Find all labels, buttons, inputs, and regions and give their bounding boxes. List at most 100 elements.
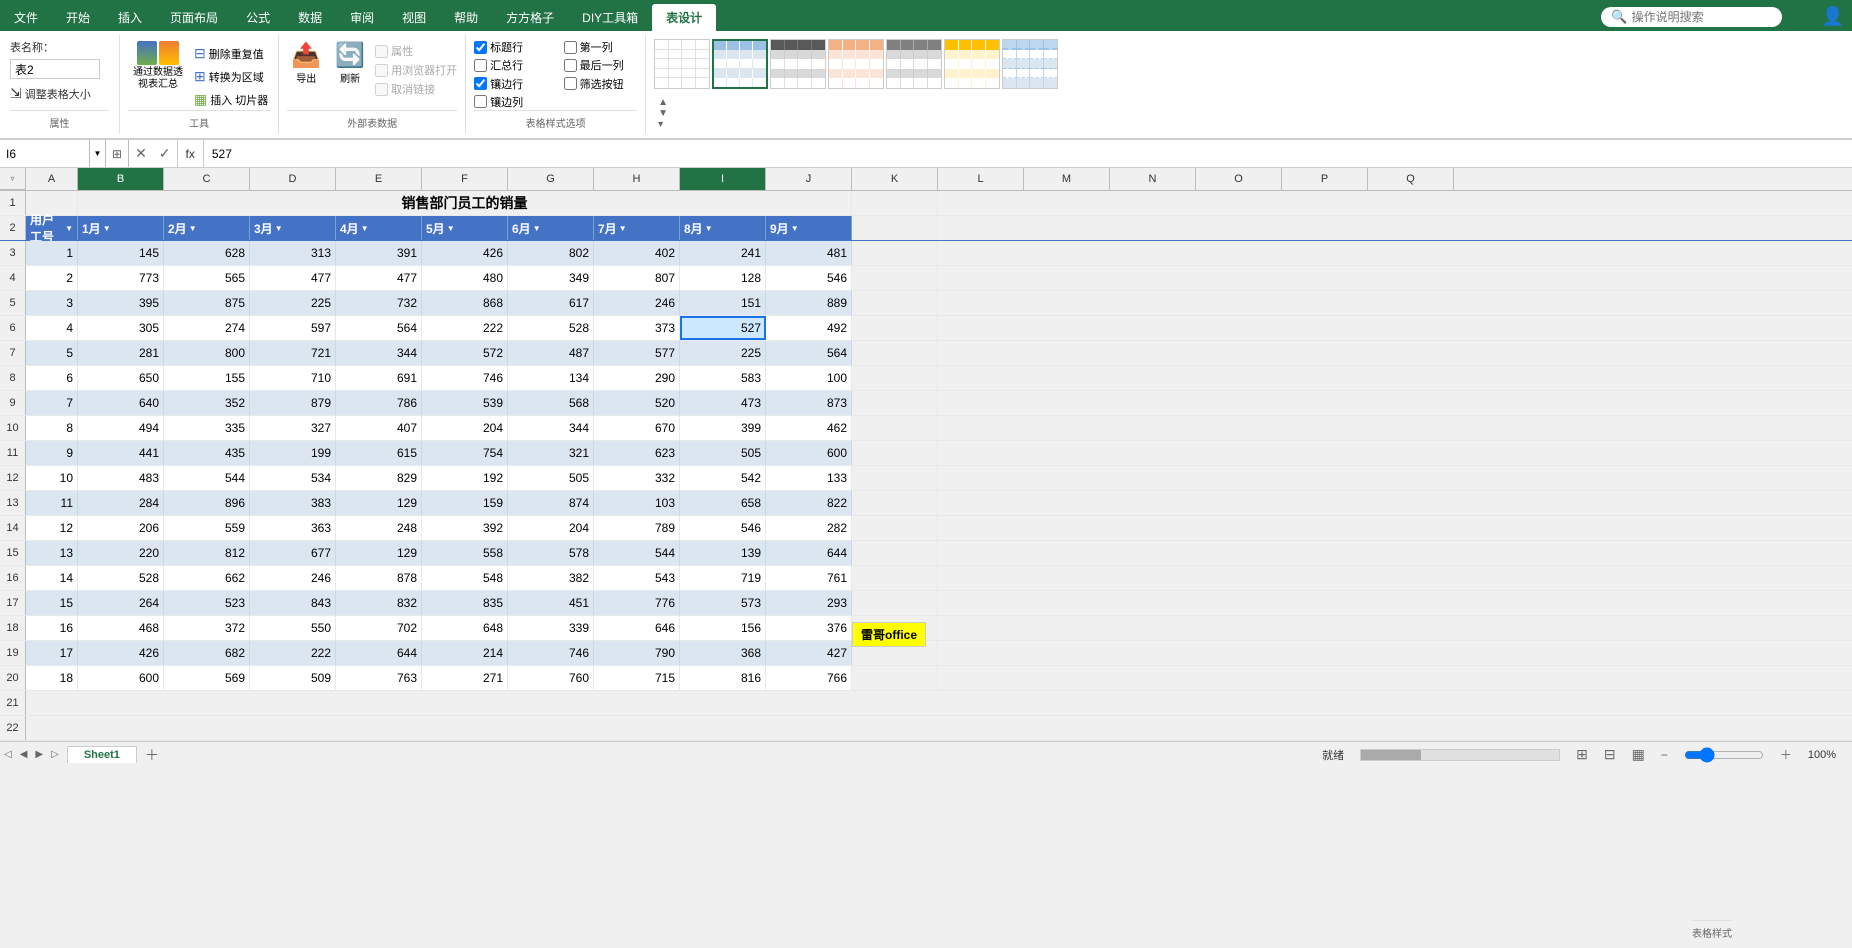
cell-B17[interactable]: 264 bbox=[78, 591, 164, 615]
cell-rest-7[interactable] bbox=[938, 341, 1852, 365]
cell-K3[interactable] bbox=[852, 241, 938, 265]
confirm-formula-btn[interactable]: ✓ bbox=[153, 140, 177, 167]
cell-J13[interactable]: 822 bbox=[766, 491, 852, 515]
styles-scroll-up[interactable]: ▲ bbox=[658, 97, 1844, 108]
cell-A9[interactable]: 7 bbox=[26, 391, 78, 415]
col-header-A[interactable]: A bbox=[26, 168, 78, 190]
col-header-K[interactable]: K bbox=[852, 168, 938, 190]
cell-J14[interactable]: 282 bbox=[766, 516, 852, 540]
cell-I5[interactable]: 151 bbox=[680, 291, 766, 315]
cell-D13[interactable]: 383 bbox=[250, 491, 336, 515]
cell-G6[interactable]: 528 bbox=[508, 316, 594, 340]
cell-rest-6[interactable] bbox=[938, 316, 1852, 340]
row-header-6[interactable]: 6 bbox=[0, 316, 26, 340]
cell-F9[interactable]: 539 bbox=[422, 391, 508, 415]
pivot-btn[interactable]: 通过数据透视表汇总 bbox=[128, 39, 188, 93]
cell-G17[interactable]: 451 bbox=[508, 591, 594, 615]
row-header-17[interactable]: 17 bbox=[0, 591, 26, 615]
cell-A13[interactable]: 11 bbox=[26, 491, 78, 515]
scroll-bar-area[interactable] bbox=[1360, 749, 1560, 761]
cell-rest-8[interactable] bbox=[938, 366, 1852, 390]
cell-B9[interactable]: 640 bbox=[78, 391, 164, 415]
cell-rest-13[interactable] bbox=[938, 491, 1852, 515]
cell-G18[interactable]: 339 bbox=[508, 616, 594, 640]
cell-C10[interactable]: 335 bbox=[164, 416, 250, 440]
cell-K10[interactable] bbox=[852, 416, 938, 440]
cell-E10[interactable]: 407 bbox=[336, 416, 422, 440]
cell-G9[interactable]: 568 bbox=[508, 391, 594, 415]
cell-A8[interactable]: 6 bbox=[26, 366, 78, 390]
search-input[interactable] bbox=[1632, 10, 1772, 24]
cell-F11[interactable]: 754 bbox=[422, 441, 508, 465]
cell-I17[interactable]: 573 bbox=[680, 591, 766, 615]
cell-K11[interactable] bbox=[852, 441, 938, 465]
cell-rest-20[interactable] bbox=[938, 666, 1852, 690]
cell-J2-header[interactable]: 9月▼ bbox=[766, 216, 852, 240]
cell-F2-header[interactable]: 5月▼ bbox=[422, 216, 508, 240]
col-header-F[interactable]: F bbox=[422, 168, 508, 190]
cell-G8[interactable]: 134 bbox=[508, 366, 594, 390]
corner-cell[interactable]: ▿ bbox=[0, 168, 26, 190]
col-header-H[interactable]: H bbox=[594, 168, 680, 190]
cell-G2-header[interactable]: 6月▼ bbox=[508, 216, 594, 240]
cell-I11[interactable]: 505 bbox=[680, 441, 766, 465]
cell-H6[interactable]: 373 bbox=[594, 316, 680, 340]
cell-C15[interactable]: 812 bbox=[164, 541, 250, 565]
row-header-9[interactable]: 9 bbox=[0, 391, 26, 415]
cell-B2-header[interactable]: 1月▼ bbox=[78, 216, 164, 240]
cell-rest-14[interactable] bbox=[938, 516, 1852, 540]
col-header-E[interactable]: E bbox=[336, 168, 422, 190]
cell-D10[interactable]: 327 bbox=[250, 416, 336, 440]
cell-C19[interactable]: 682 bbox=[164, 641, 250, 665]
cell-H18[interactable]: 646 bbox=[594, 616, 680, 640]
scroll-right2-btn[interactable]: ▷ bbox=[47, 749, 63, 760]
cell-C2-header[interactable]: 2月▼ bbox=[164, 216, 250, 240]
tab-data[interactable]: 数据 bbox=[284, 4, 336, 31]
cell-H12[interactable]: 332 bbox=[594, 466, 680, 490]
cell-K4[interactable] bbox=[852, 266, 938, 290]
tab-insert[interactable]: 插入 bbox=[104, 4, 156, 31]
refresh-btn[interactable]: 🔄 刷新 bbox=[331, 39, 369, 87]
cell-F10[interactable]: 204 bbox=[422, 416, 508, 440]
cell-G10[interactable]: 344 bbox=[508, 416, 594, 440]
cell-B14[interactable]: 206 bbox=[78, 516, 164, 540]
cell-F8[interactable]: 746 bbox=[422, 366, 508, 390]
cell-C13[interactable]: 896 bbox=[164, 491, 250, 515]
cell-K12[interactable] bbox=[852, 466, 938, 490]
cell-B4[interactable]: 773 bbox=[78, 266, 164, 290]
search-box-area[interactable]: 🔍 bbox=[1601, 7, 1781, 27]
cell-B19[interactable]: 426 bbox=[78, 641, 164, 665]
tab-home[interactable]: 开始 bbox=[52, 4, 104, 31]
cell-B18[interactable]: 468 bbox=[78, 616, 164, 640]
cell-K13[interactable] bbox=[852, 491, 938, 515]
cell-H17[interactable]: 776 bbox=[594, 591, 680, 615]
cell-I6[interactable]: 527 bbox=[680, 316, 766, 340]
chk-total-row[interactable] bbox=[474, 59, 487, 72]
cell-G4[interactable]: 349 bbox=[508, 266, 594, 290]
cell-D17[interactable]: 843 bbox=[250, 591, 336, 615]
cell-D20[interactable]: 509 bbox=[250, 666, 336, 690]
cell-J17[interactable]: 293 bbox=[766, 591, 852, 615]
cell-H20[interactable]: 715 bbox=[594, 666, 680, 690]
styles-scroll-down[interactable]: ▼ bbox=[658, 108, 1844, 119]
cell-J15[interactable]: 644 bbox=[766, 541, 852, 565]
cell-D16[interactable]: 246 bbox=[250, 566, 336, 590]
cell-G19[interactable]: 746 bbox=[508, 641, 594, 665]
cell-F3[interactable]: 426 bbox=[422, 241, 508, 265]
cell-G15[interactable]: 578 bbox=[508, 541, 594, 565]
cell-F18[interactable]: 648 bbox=[422, 616, 508, 640]
cell-B15[interactable]: 220 bbox=[78, 541, 164, 565]
cell-F13[interactable]: 159 bbox=[422, 491, 508, 515]
cell-H5[interactable]: 246 bbox=[594, 291, 680, 315]
cell-I9[interactable]: 473 bbox=[680, 391, 766, 415]
cell-I14[interactable]: 546 bbox=[680, 516, 766, 540]
row-header-22[interactable]: 22 bbox=[0, 716, 26, 740]
cell-rest-10[interactable] bbox=[938, 416, 1852, 440]
options-icon[interactable]: ⊞ bbox=[106, 140, 129, 167]
cell-D4[interactable]: 477 bbox=[250, 266, 336, 290]
cell-I13[interactable]: 658 bbox=[680, 491, 766, 515]
cell-D12[interactable]: 534 bbox=[250, 466, 336, 490]
tab-sheet1[interactable]: Sheet1 bbox=[67, 746, 137, 763]
convert-range-btn[interactable]: ⊞ 转换为区域 bbox=[192, 66, 270, 87]
table-style-gray[interactable] bbox=[886, 39, 942, 89]
